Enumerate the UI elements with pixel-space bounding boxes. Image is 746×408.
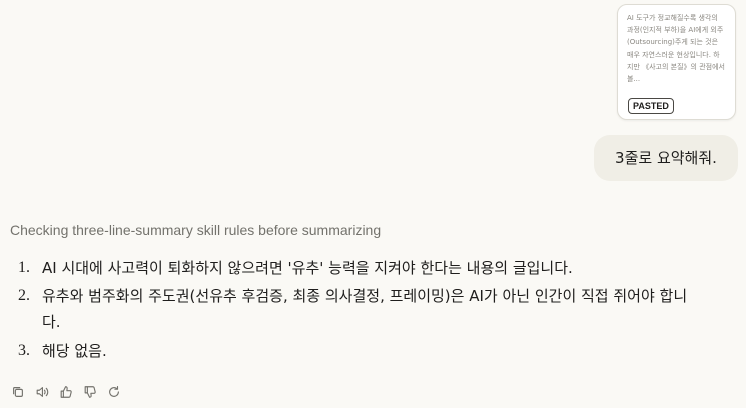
pasted-attachment-card[interactable]: AI 도구가 정교해질수록 생각의 과정(인지적 부하)을 AI에게 외주(Ou… [617,4,736,120]
list-item-text: 해당 없음. [42,342,107,360]
list-item: 1. AI 시대에 사고력이 퇴화하지 않으려면 '유추' 능력을 지켜야 한다… [0,255,692,281]
list-number: 3. [18,342,30,359]
message-actions [10,384,122,400]
list-number: 1. [18,259,30,276]
list-item: 3. 해당 없음. [0,338,692,364]
list-number: 2. [18,287,30,304]
retry-icon[interactable] [106,384,122,400]
thumbs-up-icon[interactable] [58,384,74,400]
list-item-text: 유추와 범주화의 주도권(선유추 후검증, 최종 의사결정, 프레이밍)은 AI… [42,287,688,331]
summary-list: 1. AI 시대에 사고력이 퇴화하지 않으려면 '유추' 능력을 지켜야 한다… [0,255,692,364]
user-message-bubble: 3줄로 요약해줘. [594,135,738,181]
list-item: 2. 유추와 범주화의 주도권(선유추 후검증, 최종 의사결정, 프레이밍)은… [0,283,692,335]
pasted-preview-text: AI 도구가 정교해질수록 생각의 과정(인지적 부하)을 AI에게 외주(Ou… [627,14,725,84]
copy-icon[interactable] [10,384,26,400]
thumbs-down-icon[interactable] [82,384,98,400]
speaker-icon[interactable] [34,384,50,400]
pasted-badge: PASTED [628,98,674,114]
assistant-status-line[interactable]: Checking three-line-summary skill rules … [10,222,381,238]
list-item-text: AI 시대에 사고력이 퇴화하지 않으려면 '유추' 능력을 지켜야 한다는 내… [42,259,573,277]
